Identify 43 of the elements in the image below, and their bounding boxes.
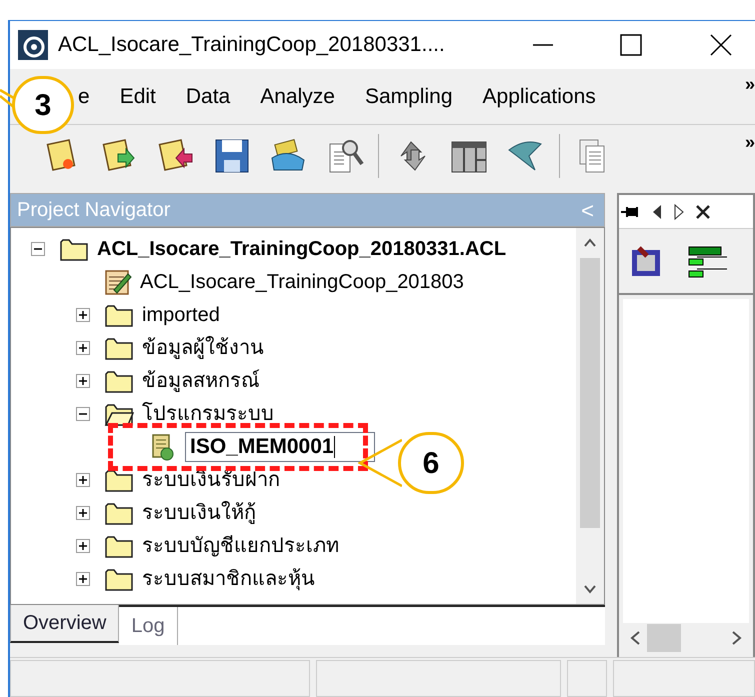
expand-icon[interactable] <box>76 308 90 322</box>
tree-item-label[interactable]: ระบบเงินรับฝาก <box>142 464 280 494</box>
outline-bars-icon[interactable] <box>687 244 727 278</box>
menu-item[interactable]: Edit <box>120 80 156 112</box>
toolbar-overflow[interactable]: » <box>744 129 755 156</box>
expand-icon[interactable] <box>76 506 90 520</box>
tree-item-label[interactable]: ระบบบัญชีแยกประเภท <box>142 530 339 560</box>
menu-item[interactable]: Data <box>186 80 230 112</box>
tree-item-label[interactable]: ระบบสมาชิกและหุ้น <box>142 564 315 594</box>
expand-icon[interactable] <box>76 472 90 486</box>
tree-item-label[interactable]: ข้อมูลสหกรณ์ <box>142 366 260 396</box>
left-triangle-icon[interactable] <box>651 202 663 220</box>
menu-item[interactable]: e <box>78 80 90 112</box>
navigator-title: Project Navigator <box>17 198 170 223</box>
scroll-thumb[interactable] <box>647 624 681 652</box>
close-icon[interactable] <box>709 33 733 57</box>
menu-item[interactable]: Applications <box>482 80 596 112</box>
expand-icon[interactable] <box>76 340 90 354</box>
rename-field[interactable]: ISO_MEM0001 <box>185 432 375 462</box>
close-icon[interactable] <box>695 204 711 220</box>
maximize-icon[interactable] <box>619 33 643 57</box>
window-title: ACL_Isocare_TrainingCoop_20180331.... <box>58 32 445 58</box>
tree-item-label[interactable]: ACL_Isocare_TrainingCoop_201803 <box>140 266 464 296</box>
expand-icon[interactable] <box>76 374 90 388</box>
menu-item[interactable]: Analyze <box>260 80 335 112</box>
expand-icon[interactable] <box>76 538 90 552</box>
collapse-icon[interactable] <box>31 242 45 256</box>
menu-item[interactable]: Sampling <box>364 80 453 112</box>
tab[interactable]: Overview <box>10 605 120 643</box>
tab[interactable]: Log <box>119 607 178 645</box>
tree-item-label[interactable]: ระบบเงินให้กู้ <box>142 498 256 528</box>
script-pencil-icon <box>104 268 132 296</box>
expand-icon[interactable] <box>76 572 90 586</box>
tree-item-label[interactable]: ข้อมูลผู้ใช้งาน <box>142 332 264 362</box>
collapse-icon[interactable] <box>76 406 90 420</box>
tree-item-label[interactable]: ACL_Isocare_TrainingCoop_20180331.ACL <box>97 234 506 264</box>
tree-item-label[interactable]: imported <box>142 300 220 330</box>
scroll-thumb[interactable] <box>580 258 600 528</box>
menu-overflow[interactable]: » <box>744 71 755 98</box>
app-logo-icon <box>18 30 48 60</box>
tree-item-label[interactable]: โปรแกรมระบบ <box>142 398 274 428</box>
export-box-icon[interactable] <box>629 244 663 278</box>
right-triangle-icon[interactable] <box>673 202 685 220</box>
